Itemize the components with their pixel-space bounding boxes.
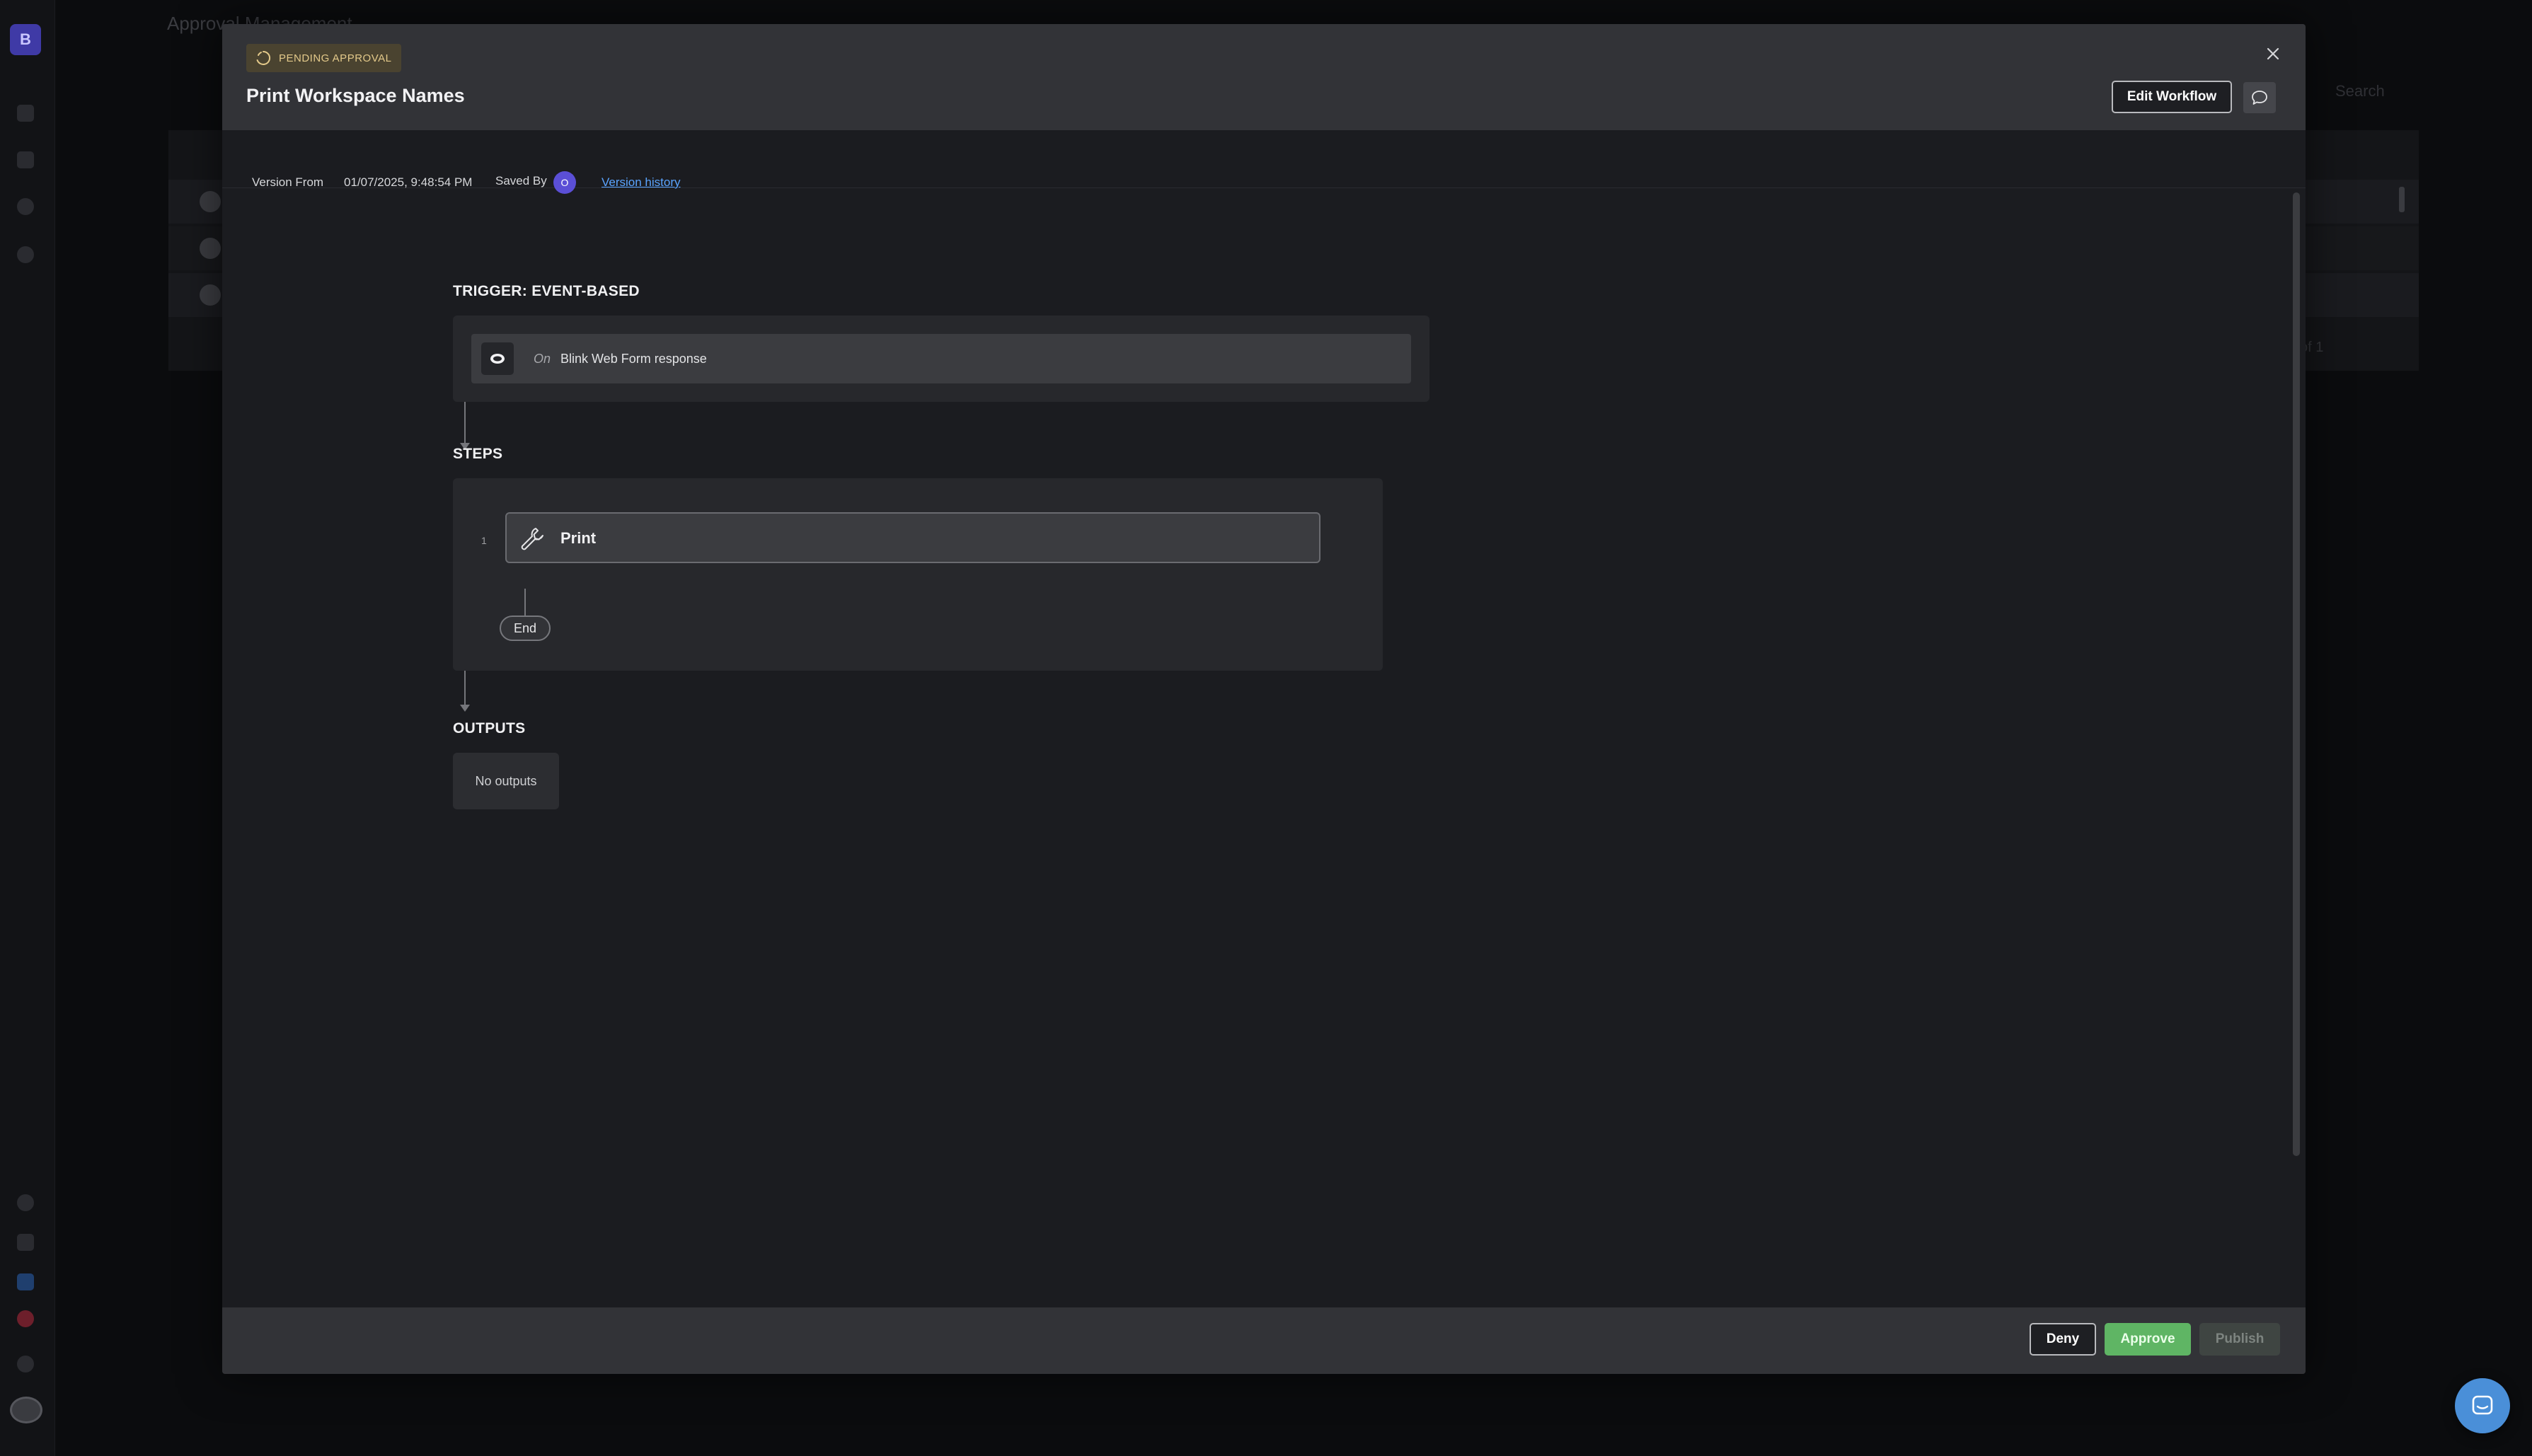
- nav-approvals-icon[interactable]: [17, 1273, 34, 1290]
- step-number: 1: [481, 535, 487, 546]
- nav-notifications-icon[interactable]: [17, 1310, 34, 1327]
- workflow-icon: [200, 191, 221, 212]
- steps-arrow-icon: [460, 705, 470, 712]
- workflow-icon: [200, 284, 221, 306]
- user-avatar[interactable]: [10, 1397, 42, 1423]
- nav-layers-icon[interactable]: [17, 198, 34, 215]
- approve-button[interactable]: Approve: [2105, 1323, 2191, 1356]
- chat-launcher-button[interactable]: [2455, 1378, 2510, 1433]
- version-history-link[interactable]: Version history: [602, 175, 681, 190]
- trigger-card[interactable]: On Blink Web Form response: [471, 334, 1411, 383]
- nav-help-icon[interactable]: [17, 1356, 34, 1373]
- nav-workflows-icon[interactable]: [17, 105, 34, 122]
- close-icon: [2267, 47, 2279, 60]
- steps-heading: STEPS: [453, 446, 503, 462]
- pending-spinner-icon: [256, 50, 271, 65]
- trigger-heading: TRIGGER: EVENT-BASED: [453, 283, 640, 299]
- wrench-icon: [515, 522, 548, 555]
- search-input[interactable]: Search: [2335, 82, 2385, 100]
- saved-by-label: Saved By: [495, 174, 547, 187]
- comments-button[interactable]: [2243, 82, 2276, 113]
- modal-header: PENDING APPROVAL Print Workspace Names E…: [222, 24, 2306, 130]
- saved-by-avatar[interactable]: O: [553, 171, 576, 194]
- version-from-label: Version From: [252, 175, 324, 189]
- modal-footer: Deny Approve Publish: [222, 1307, 2306, 1374]
- edit-workflow-button[interactable]: Edit Workflow: [2112, 81, 2232, 113]
- deny-button[interactable]: Deny: [2030, 1323, 2096, 1356]
- step-print-card[interactable]: Print: [505, 512, 1320, 563]
- outputs-heading: OUTPUTS: [453, 720, 526, 736]
- step-label: Print: [560, 529, 597, 547]
- workflow-icon: [200, 238, 221, 259]
- trigger-section: On Blink Web Form response: [453, 316, 1429, 402]
- version-meta-bar: Version From 01/07/2025, 9:48:54 PM Save…: [222, 130, 2306, 194]
- chat-icon: [2472, 1395, 2493, 1415]
- nav-settings-icon[interactable]: [17, 246, 34, 263]
- blink-logo-icon: [481, 342, 514, 375]
- publish-button[interactable]: Publish: [2199, 1323, 2280, 1356]
- comment-icon: [2252, 91, 2267, 105]
- status-badge-label: PENDING APPROVAL: [279, 52, 392, 64]
- row-more-icon[interactable]: [2399, 187, 2405, 212]
- app-sidebar: B: [0, 0, 55, 1456]
- nav-archive-icon[interactable]: [17, 1234, 34, 1251]
- app-logo[interactable]: B: [10, 24, 41, 55]
- trigger-on-label: On: [534, 352, 551, 366]
- status-badge: PENDING APPROVAL: [246, 44, 402, 72]
- modal-scrollbar[interactable]: [2293, 192, 2300, 1156]
- steps-section: 1 Print: [453, 478, 1383, 671]
- nav-calendar-icon[interactable]: [17, 151, 34, 168]
- trigger-connector: [464, 402, 466, 444]
- close-button[interactable]: [2259, 40, 2287, 68]
- workflow-approval-modal: PENDING APPROVAL Print Workspace Names E…: [222, 24, 2306, 1374]
- end-node: End: [500, 616, 551, 641]
- nav-history-icon[interactable]: [17, 1194, 34, 1211]
- modal-title: Print Workspace Names: [246, 85, 465, 106]
- trigger-event-text: Blink Web Form response: [560, 352, 707, 366]
- outputs-empty: No outputs: [453, 753, 559, 809]
- steps-connector: [464, 671, 466, 706]
- version-timestamp: 01/07/2025, 9:48:54 PM: [344, 175, 473, 189]
